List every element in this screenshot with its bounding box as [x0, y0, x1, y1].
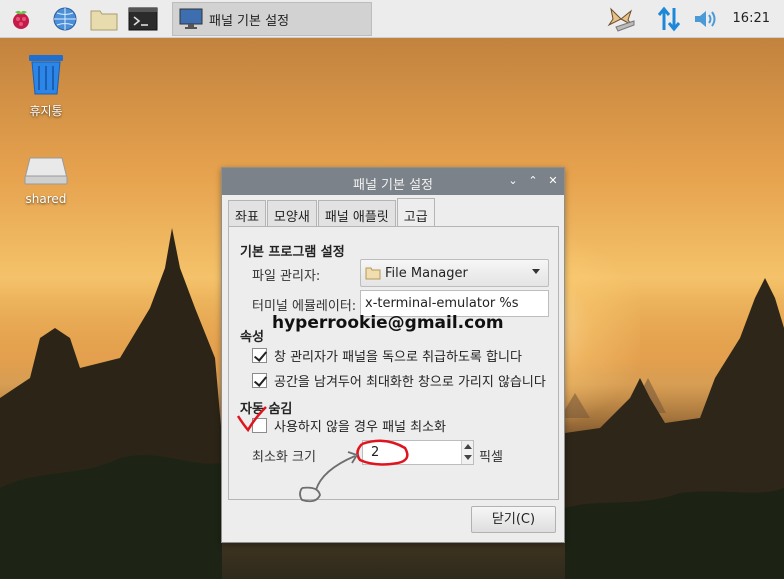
folder-icon	[365, 267, 381, 280]
email-annotation: hyperrookie@gmail.com	[272, 313, 504, 333]
spin-down-icon[interactable]	[464, 455, 472, 460]
desktop-icon-label: 휴지통	[29, 104, 63, 118]
min-size-unit: 픽셀	[479, 450, 503, 465]
dialog-titlebar[interactable]: 패널 기본 설정 ⌄ ⌃ ✕	[222, 168, 564, 195]
desktop-icon-trash[interactable]: 휴지통	[6, 50, 86, 119]
spin-up-icon[interactable]	[464, 444, 472, 449]
dock-checkbox-row[interactable]: 창 관리자가 패널을 독으로 취급하도록 합니다	[252, 346, 522, 365]
volume-icon[interactable]	[691, 4, 721, 34]
file-manager-icon[interactable]	[89, 4, 119, 34]
tab-position[interactable]: 좌표	[228, 200, 266, 227]
raspberry-menu-icon[interactable]	[6, 4, 36, 34]
file-manager-value: File Manager	[385, 265, 468, 281]
desktop-icon-shared[interactable]: shared	[6, 152, 86, 206]
tab-panel-applets[interactable]: 패널 애플릿	[317, 200, 396, 227]
terminal-label: 터미널 에뮬레이터:	[252, 299, 357, 314]
file-manager-label: 파일 관리자:	[252, 269, 321, 284]
dock-checkbox[interactable]	[252, 348, 267, 363]
taskbar: 패널 기본 설정 16:21	[0, 0, 784, 38]
trash-icon	[29, 55, 63, 95]
min-size-label: 최소화 크기	[252, 450, 316, 465]
dropdown-arrow-icon	[532, 269, 540, 274]
tab-appearance[interactable]: 모양새	[266, 200, 317, 227]
web-browser-icon[interactable]	[50, 4, 80, 34]
dock-checkbox-label: 창 관리자가 패널을 독으로 취급하도록 합니다	[274, 350, 522, 365]
clock[interactable]: 16:21	[733, 11, 770, 26]
bluetooth-butterfly-icon[interactable]	[606, 4, 636, 34]
autohide-checkbox[interactable]	[252, 418, 267, 433]
autohide-checkbox-row[interactable]: 사용하지 않을 경우 패널 최소화	[252, 416, 446, 435]
min-size-spinbox[interactable]: 2	[362, 440, 474, 465]
section-autohide: 자동 숨김	[240, 402, 293, 417]
close-icon[interactable]: ✕	[545, 173, 561, 189]
autohide-checkbox-label: 사용하지 않을 경우 패널 최소화	[274, 420, 447, 435]
drive-icon	[24, 157, 68, 185]
taskbar-task-label: 패널 기본 설정	[209, 13, 290, 29]
desktop-icon-label: shared	[25, 192, 67, 206]
minimize-chevron-down-icon[interactable]: ⌄	[505, 173, 521, 189]
monitor-icon	[179, 8, 203, 29]
maximize-chevron-up-icon[interactable]: ⌃	[525, 173, 541, 189]
spin-buttons[interactable]	[461, 441, 473, 464]
network-updown-icon[interactable]	[654, 4, 684, 34]
reserve-space-checkbox[interactable]	[252, 373, 267, 388]
min-size-value: 2	[371, 445, 380, 460]
section-properties: 속성	[240, 330, 264, 345]
taskbar-task-panel-preferences[interactable]: 패널 기본 설정	[172, 2, 372, 36]
advanced-tab-panel: 기본 프로그램 설정 파일 관리자: File Manager 터미널 에뮬레이…	[228, 226, 559, 500]
tab-bar: 좌표 모양새 패널 애플릿 고급	[228, 198, 436, 228]
reserve-space-checkbox-row[interactable]: 공간을 남겨두어 최대화한 창으로 가리지 않습니다	[252, 371, 546, 390]
section-default-apps: 기본 프로그램 설정	[240, 245, 345, 260]
close-button[interactable]: 닫기(C)	[471, 506, 556, 533]
reserve-space-checkbox-label: 공간을 남겨두어 최대화한 창으로 가리지 않습니다	[274, 375, 546, 390]
tab-advanced[interactable]: 고급	[396, 198, 435, 228]
file-manager-dropdown[interactable]: File Manager	[360, 259, 549, 287]
panel-preferences-dialog: 패널 기본 설정 ⌄ ⌃ ✕ 좌표 모양새 패널 애플릿 고급 기본 프로그램 …	[221, 167, 565, 543]
terminal-icon[interactable]	[128, 4, 158, 34]
